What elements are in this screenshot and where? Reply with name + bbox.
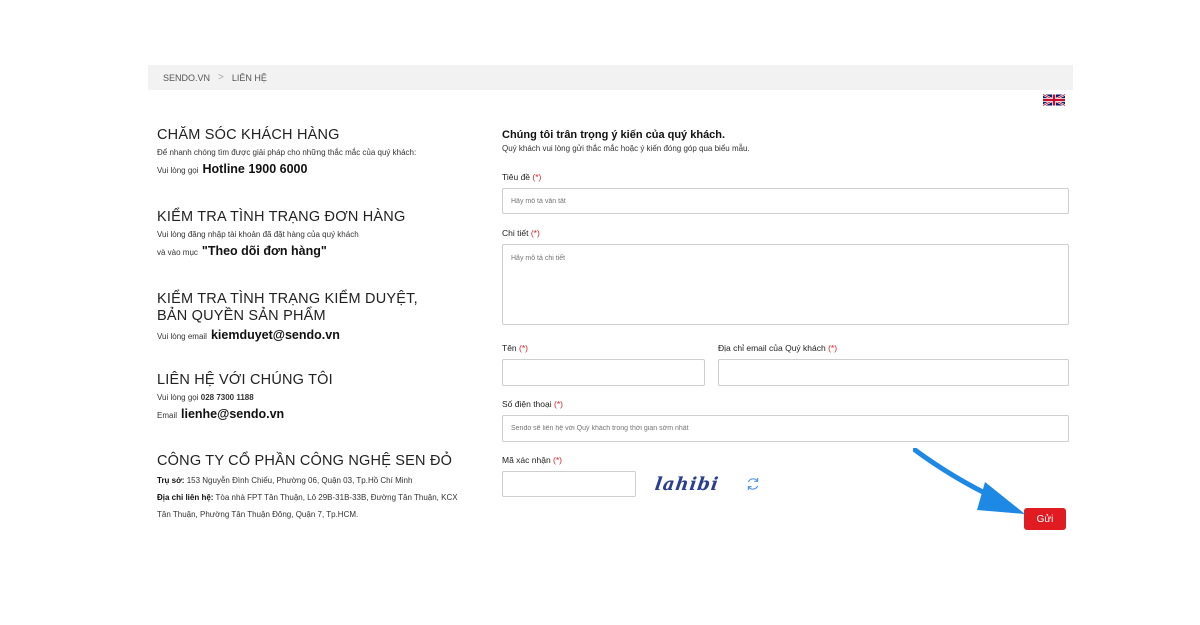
review-email-link[interactable]: kiemduyet@sendo.vn [211,328,340,342]
call-prefix: Vui lòng gọi [157,166,199,175]
refresh-icon[interactable] [745,476,761,492]
contact-email-link[interactable]: lienhe@sendo.vn [181,407,284,421]
phone-prefix: Vui lòng gọi [157,393,199,402]
form-heading: Chúng tôi trân trọng ý kiến của quý khác… [502,129,726,141]
breadcrumb-separator: > [218,72,224,83]
customer-care-desc: Để nhanh chóng tìm được giải pháp cho nh… [157,148,417,157]
track-order-link[interactable]: "Theo dõi đơn hàng" [202,244,327,258]
captcha-label: Mã xác nhận (*) [502,455,563,465]
email-input[interactable] [718,359,1069,386]
contact-section: LIÊN HỆ VỚI CHÚNG TÔI Vui lòng gọi 028 7… [157,372,487,422]
contact-address-line2: Tân Thuận, Phường Tân Thuận Đông, Quận 7… [157,510,359,519]
uk-flag-icon[interactable] [1043,93,1065,107]
contact-title: LIÊN HỆ VỚI CHÚNG TÔI [157,372,333,388]
captcha-image: lahibi [637,471,737,497]
breadcrumb-current: LIÊN HỆ [231,72,267,83]
order-status-section: KIỂM TRA TÌNH TRẠNG ĐƠN HÀNG Vui lòng đă… [157,209,487,259]
breadcrumb: SENDO.VN > LIÊN HỆ [148,65,1073,90]
company-section: CÔNG TY CỔ PHẦN CÔNG NGHỆ SEN ĐỎ Trụ sở:… [157,453,487,523]
review-section: KIỂM TRA TÌNH TRẠNG KIỂM DUYỆT, BẢN QUYỀ… [157,291,487,343]
hotline-text[interactable]: Hotline 1900 6000 [203,162,308,176]
hq-label: Trụ sở: [157,476,185,485]
name-label: Tên (*) [502,343,529,353]
customer-care-section: CHĂM SÓC KHÁCH HÀNG Để nhanh chóng tìm đ… [157,127,487,177]
form-subheading: Quý khách vui lòng gửi thắc mắc hoặc ý k… [502,144,750,153]
company-title: CÔNG TY CỔ PHẦN CÔNG NGHỆ SEN ĐỎ [157,453,453,469]
order-status-title: KIỂM TRA TÌNH TRẠNG ĐƠN HÀNG [157,209,406,225]
order-status-desc: Vui lòng đăng nhập tài khoản đã đặt hàng… [157,230,359,239]
phone-input[interactable] [502,415,1069,442]
review-title-line1: KIỂM TRA TÌNH TRẠNG KIỂM DUYỆT, [157,291,418,307]
order-status-prefix: và vào mục [157,248,198,257]
hq-address: 153 Nguyễn Đình Chiểu, Phường 06, Quận 0… [186,476,413,485]
contact-address-label: Địa chỉ liên hệ: [157,493,214,502]
detail-label: Chi tiết (*) [502,228,540,238]
email-label: Địa chỉ email của Quý khách (*) [718,343,838,353]
contact-address-line1: Tòa nhà FPT Tân Thuận, Lô 29B-31B-33B, Đ… [215,493,458,502]
captcha-input[interactable] [502,471,636,497]
contact-phone[interactable]: 028 7300 1188 [201,393,254,402]
contact-form: Chúng tôi trân trọng ý kiến của quý khác… [502,129,1070,530]
customer-care-title: CHĂM SÓC KHÁCH HÀNG [157,127,340,143]
review-prefix: Vui lòng email [157,332,207,341]
subject-label: Tiêu đề (*) [502,172,542,182]
subject-input[interactable] [502,188,1069,214]
review-title-line2: BẢN QUYỀN SẢN PHẨM [157,308,326,324]
pointer-arrow-icon [913,448,1025,514]
email-prefix: Email [157,411,178,420]
captcha-image-text: lahibi [653,473,721,495]
detail-textarea[interactable] [502,244,1069,325]
name-input[interactable] [502,359,705,386]
phone-label: Số điện thoại (*) [502,399,563,409]
breadcrumb-home-link[interactable]: SENDO.VN [163,73,210,83]
